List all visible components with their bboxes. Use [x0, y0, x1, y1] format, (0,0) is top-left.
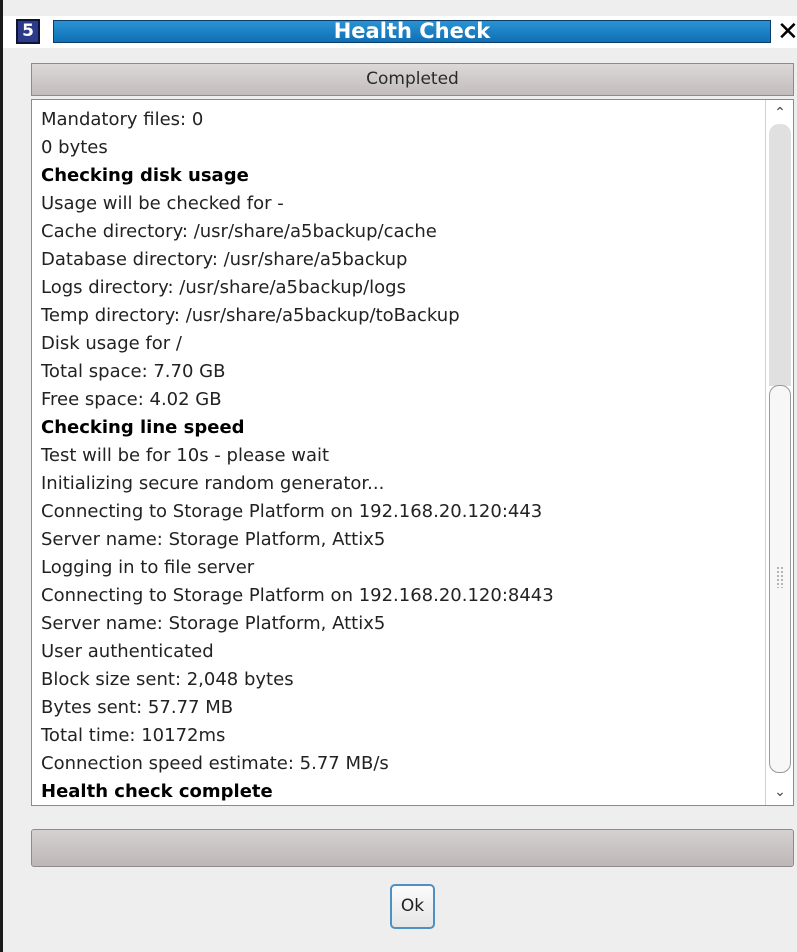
progress-bar: [31, 829, 794, 867]
log-section-heading: Checking disk usage: [41, 165, 249, 186]
close-icon[interactable]: ✕: [777, 18, 797, 46]
log-line: Database directory: /usr/share/a5backup: [41, 249, 408, 270]
vertical-scrollbar[interactable]: ⌃ ⌄: [765, 100, 793, 805]
log-line: Connection speed estimate: 5.77 MB/s: [41, 753, 389, 774]
health-check-dialog: 5 Health Check ✕ Completed Mandatory fil…: [0, 0, 797, 952]
log-line: Temp directory: /usr/share/a5backup/toBa…: [41, 305, 460, 326]
log-line: Block size sent: 2,048 bytes: [41, 669, 294, 690]
scroll-up-icon[interactable]: ⌃: [768, 102, 792, 124]
log-line: Initializing secure random generator...: [41, 473, 385, 494]
scroll-thumb[interactable]: [769, 385, 791, 773]
window-title: Health Check: [53, 20, 771, 43]
log-line: Logs directory: /usr/share/a5backup/logs: [41, 277, 406, 298]
log-line: Bytes sent: 57.77 MB: [41, 697, 234, 718]
log-line: Mandatory files: 0: [41, 109, 204, 130]
progress-fill: [32, 830, 793, 866]
log-line: User authenticated: [41, 641, 214, 662]
log-line: Usage will be checked for -: [41, 193, 284, 214]
log-line: 0 bytes: [41, 137, 108, 158]
status-header: Completed: [31, 63, 794, 96]
log-line: Total time: 10172ms: [41, 725, 226, 746]
ok-button[interactable]: Ok: [390, 884, 435, 929]
log-section-heading: Health check complete: [41, 781, 273, 802]
log-line: Cache directory: /usr/share/a5backup/cac…: [41, 221, 437, 242]
log-output-panel: Mandatory files: 0 0 bytes Checking disk u…: [31, 99, 794, 806]
grip-icon: [776, 566, 784, 588]
log-line: Connecting to Storage Platform on 192.16…: [41, 501, 543, 522]
title-bar[interactable]: 5 Health Check ✕: [3, 16, 797, 48]
log-line: Free space: 4.02 GB: [41, 389, 222, 410]
log-line: Connecting to Storage Platform on 192.16…: [41, 585, 554, 606]
log-section-heading: Checking line speed: [41, 417, 245, 438]
app-logo-icon: 5: [16, 19, 40, 44]
log-line: Test will be for 10s - please wait: [41, 445, 330, 466]
log-line: Disk usage for /: [41, 333, 182, 354]
log-line: Logging in to file server: [41, 557, 255, 578]
log-lines-list: Mandatory files: 0 0 bytes Checking disk u…: [41, 106, 761, 805]
log-line: Server name: Storage Platform, Attix5: [41, 613, 386, 634]
scroll-down-icon[interactable]: ⌄: [768, 781, 792, 803]
log-line: Server name: Storage Platform, Attix5: [41, 529, 386, 550]
scroll-track[interactable]: [769, 124, 791, 386]
log-line: Total space: 7.70 GB: [41, 361, 226, 382]
